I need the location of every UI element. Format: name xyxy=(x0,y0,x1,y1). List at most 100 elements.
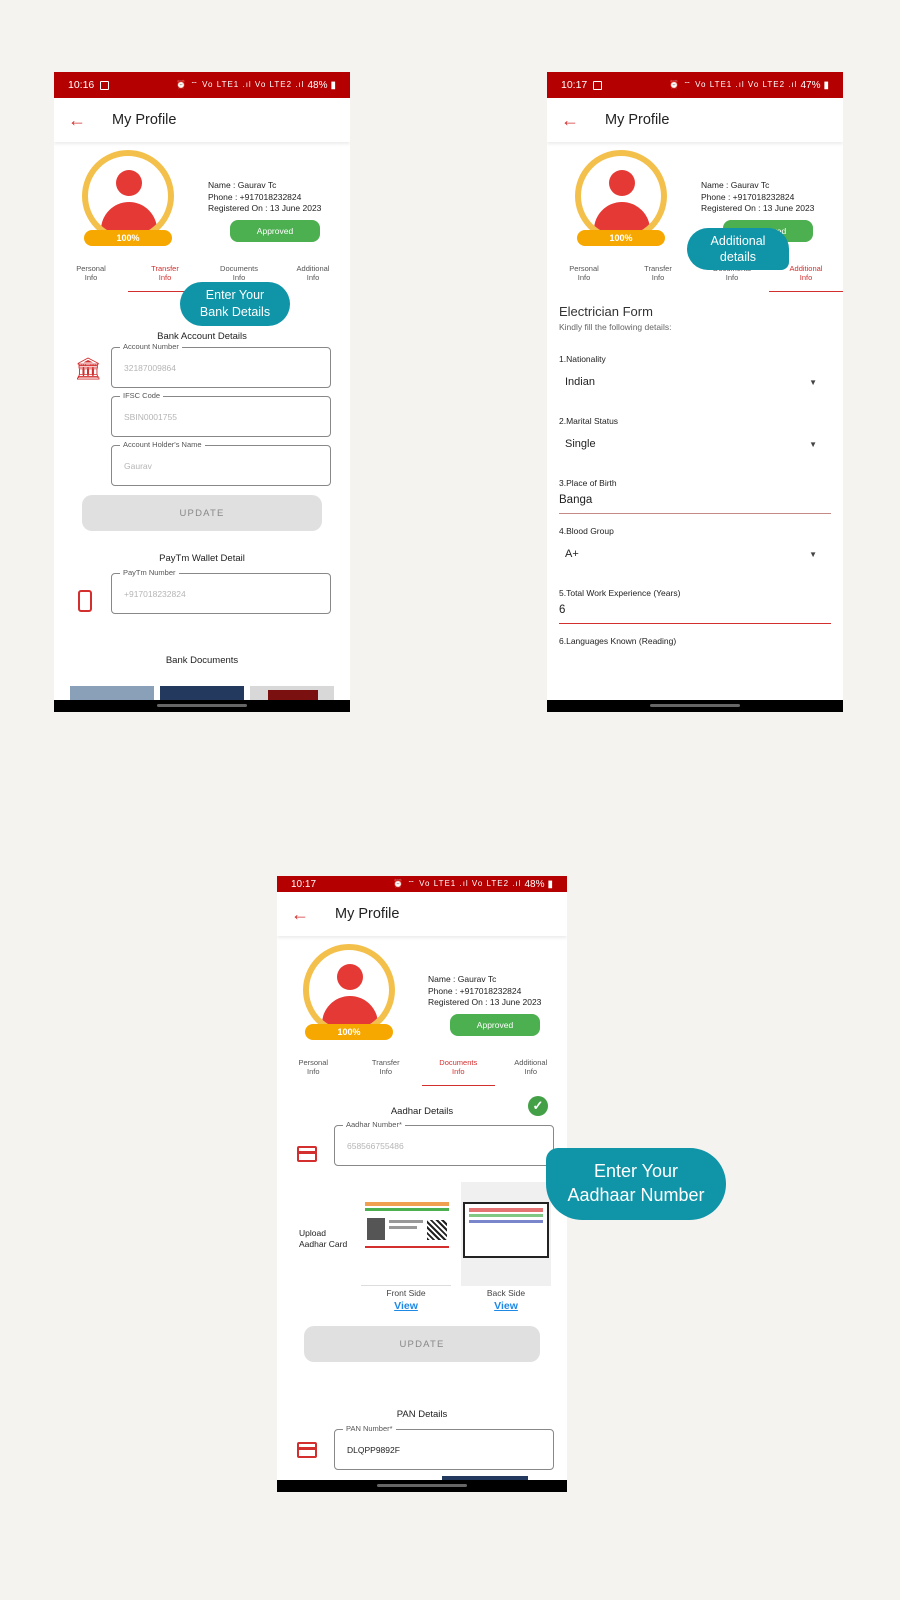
upload-aadhar-label: Upload Aadhar Card xyxy=(299,1228,347,1250)
home-gesture-bar[interactable] xyxy=(650,704,740,707)
account-number-input[interactable]: Account Number 32187009864 xyxy=(111,342,331,388)
tab-label: Additional xyxy=(514,1058,548,1067)
bank-account-title: Bank Account Details xyxy=(157,331,247,342)
view-front-link[interactable]: View xyxy=(361,1300,451,1312)
verified-check-icon: ✓ xyxy=(528,1096,548,1116)
tab-transfer-info[interactable]: Transfer Info xyxy=(350,1052,423,1086)
tab-label: Info xyxy=(158,273,172,282)
profile-tabs: PersonalInfo TransferInfo DocumentsInfo … xyxy=(277,1052,567,1086)
form-title: Electrician Form xyxy=(559,304,653,319)
account-holder-input[interactable]: Account Holder's Name Gaurav xyxy=(111,440,331,486)
home-gesture-bar[interactable] xyxy=(377,1484,467,1487)
avatar xyxy=(303,944,395,1036)
tab-documents-info[interactable]: DocumentsInfo xyxy=(422,1052,495,1086)
account-holder-field[interactable]: Account Holder's Name Gaurav xyxy=(54,440,350,487)
front-side-label: Front Side xyxy=(386,1288,426,1298)
ifsc-input[interactable]: IFSC Code SBIN0001755 xyxy=(111,391,331,437)
back-arrow-icon[interactable]: ← xyxy=(561,110,579,131)
question-blood-group: 4.Blood Group xyxy=(559,526,614,536)
tab-personal-info[interactable]: Personal Info xyxy=(547,258,621,292)
tooltip-line: Bank Details xyxy=(199,305,271,319)
page-title: My Profile xyxy=(112,112,177,128)
status-icons: ⏰ ⌔ Vo LTE1 .ıl Vo LTE2 .ıl xyxy=(669,80,798,89)
electrician-form: Electrician Form Kindly fill the followi… xyxy=(547,304,843,646)
blood-group-select[interactable]: A+ ▼ xyxy=(559,540,831,568)
tab-label: Personal xyxy=(76,264,106,273)
profile-registered: Registered On : 13 June 2023 xyxy=(208,203,322,213)
avatar-head-icon xyxy=(337,964,363,990)
marital-status-select[interactable]: Single ▼ xyxy=(559,430,831,458)
profile-completion-badge: 100% xyxy=(305,1024,393,1040)
ifsc-field[interactable]: IFSC Code SBIN0001755 xyxy=(54,391,350,438)
tooltip-aadhaar-number: Enter Your Aadhaar Number xyxy=(546,1148,726,1220)
upload-label-line: Aadhar Card xyxy=(299,1239,348,1249)
app-bar: ← My Profile xyxy=(54,98,350,142)
tab-label: Transfer xyxy=(151,264,179,273)
tab-label: Info xyxy=(577,273,591,282)
card-stripe xyxy=(469,1214,543,1217)
profile-name: Name : Gaurav Tc xyxy=(428,974,497,984)
tooltip-line: Additional xyxy=(710,234,766,248)
pan-number-input[interactable]: PAN Number* DLQPP9892F xyxy=(334,1424,554,1470)
place-of-birth-input[interactable]: Banga xyxy=(559,494,831,514)
profile-phone: Phone : +917018232824 xyxy=(208,191,302,202)
tooltip-additional-details: Additional details xyxy=(687,228,789,270)
battery-level: 48% xyxy=(307,79,328,91)
card-stripe xyxy=(365,1246,449,1248)
profile-header: 100% Name : Gaurav Tc Phone : +917018232… xyxy=(277,936,567,1052)
paytm-wallet-title: PayTm Wallet Detail xyxy=(159,553,245,564)
ifsc-label: IFSC Code xyxy=(120,391,164,400)
dropdown-caret-icon: ▼ xyxy=(809,439,817,449)
account-number-label: Account Number xyxy=(120,342,182,351)
card-text-line xyxy=(389,1220,423,1223)
update-aadhar-button[interactable]: UPDATE xyxy=(304,1326,540,1362)
tab-label: Info xyxy=(451,1067,465,1076)
tab-transfer-info[interactable]: Transfer Info xyxy=(621,258,695,292)
pan-number-label: PAN Number* xyxy=(343,1424,396,1433)
system-nav-bar xyxy=(277,1480,567,1492)
app-bar: ← My Profile xyxy=(277,892,567,936)
tooltip-bank-details: Enter Your Bank Details xyxy=(180,282,290,326)
tooltip-line: Enter Your xyxy=(205,288,265,302)
back-arrow-icon[interactable]: ← xyxy=(68,110,86,131)
avatar xyxy=(82,150,174,242)
marital-status-value: Single xyxy=(565,438,596,450)
home-gesture-bar[interactable] xyxy=(157,704,247,707)
tab-personal-info[interactable]: Personal Info xyxy=(277,1052,350,1086)
paytm-number-field[interactable]: PayTm Number +917018232824 xyxy=(54,568,350,615)
paytm-number-label: PayTm Number xyxy=(120,568,179,577)
card-stripe xyxy=(365,1208,449,1211)
aadhar-details-title: Aadhar Details xyxy=(390,1106,454,1117)
profile-completion-badge: 100% xyxy=(577,230,665,246)
work-experience-input[interactable]: 6 xyxy=(559,604,831,624)
profile-info: Name : Gaurav Tc Phone : +917018232824 R… xyxy=(208,180,321,215)
profile-registered: Registered On : 13 June 2023 xyxy=(701,203,815,213)
approved-status-badge: Approved xyxy=(450,1014,540,1036)
phone-screen-additional-info: 10:17 ⏰ ⌔ Vo LTE1 .ıl Vo LTE2 .ıl 47% ▮ ← … xyxy=(547,72,843,712)
back-arrow-icon[interactable]: ← xyxy=(291,904,309,925)
tab-label: Documents xyxy=(439,1058,478,1067)
aadhar-number-input[interactable]: Aadhar Number* 658566755486 xyxy=(334,1120,554,1166)
battery-level: 48% xyxy=(524,878,545,890)
tab-additional-info[interactable]: Additional Info xyxy=(495,1052,568,1086)
view-back-link[interactable]: View xyxy=(461,1300,551,1312)
nationality-select[interactable]: Indian ▼ xyxy=(559,368,831,396)
aadhar-number-field[interactable]: Aadhar Number* 658566755486 xyxy=(277,1120,567,1167)
account-number-field[interactable]: Account Number 32187009864 xyxy=(54,342,350,389)
question-work-experience: 5.Total Work Experience (Years) xyxy=(559,588,681,598)
aadhar-back-image[interactable] xyxy=(461,1182,551,1286)
tab-label: Info xyxy=(379,1067,392,1076)
ifsc-value: SBIN0001755 xyxy=(124,412,177,422)
paytm-number-input[interactable]: PayTm Number +917018232824 xyxy=(111,568,331,614)
aadhar-front-image[interactable] xyxy=(361,1190,451,1286)
status-bar: 10:17 ⏰ ⌔ Vo LTE1 .ıl Vo LTE2 .ıl 48% ▮ xyxy=(277,876,567,892)
question-languages-reading: 6.Languages Known (Reading) xyxy=(559,636,677,646)
profile-name: Name : Gaurav Tc xyxy=(208,180,277,190)
tab-personal-info[interactable]: Personal Info xyxy=(54,258,128,292)
nationality-value: Indian xyxy=(565,376,595,388)
profile-name: Name : Gaurav Tc xyxy=(701,180,770,190)
update-bank-button[interactable]: UPDATE xyxy=(82,495,322,531)
tab-label: Info xyxy=(524,1067,537,1076)
tab-label: Info xyxy=(799,273,813,282)
upload-label-line: Upload xyxy=(299,1228,326,1238)
